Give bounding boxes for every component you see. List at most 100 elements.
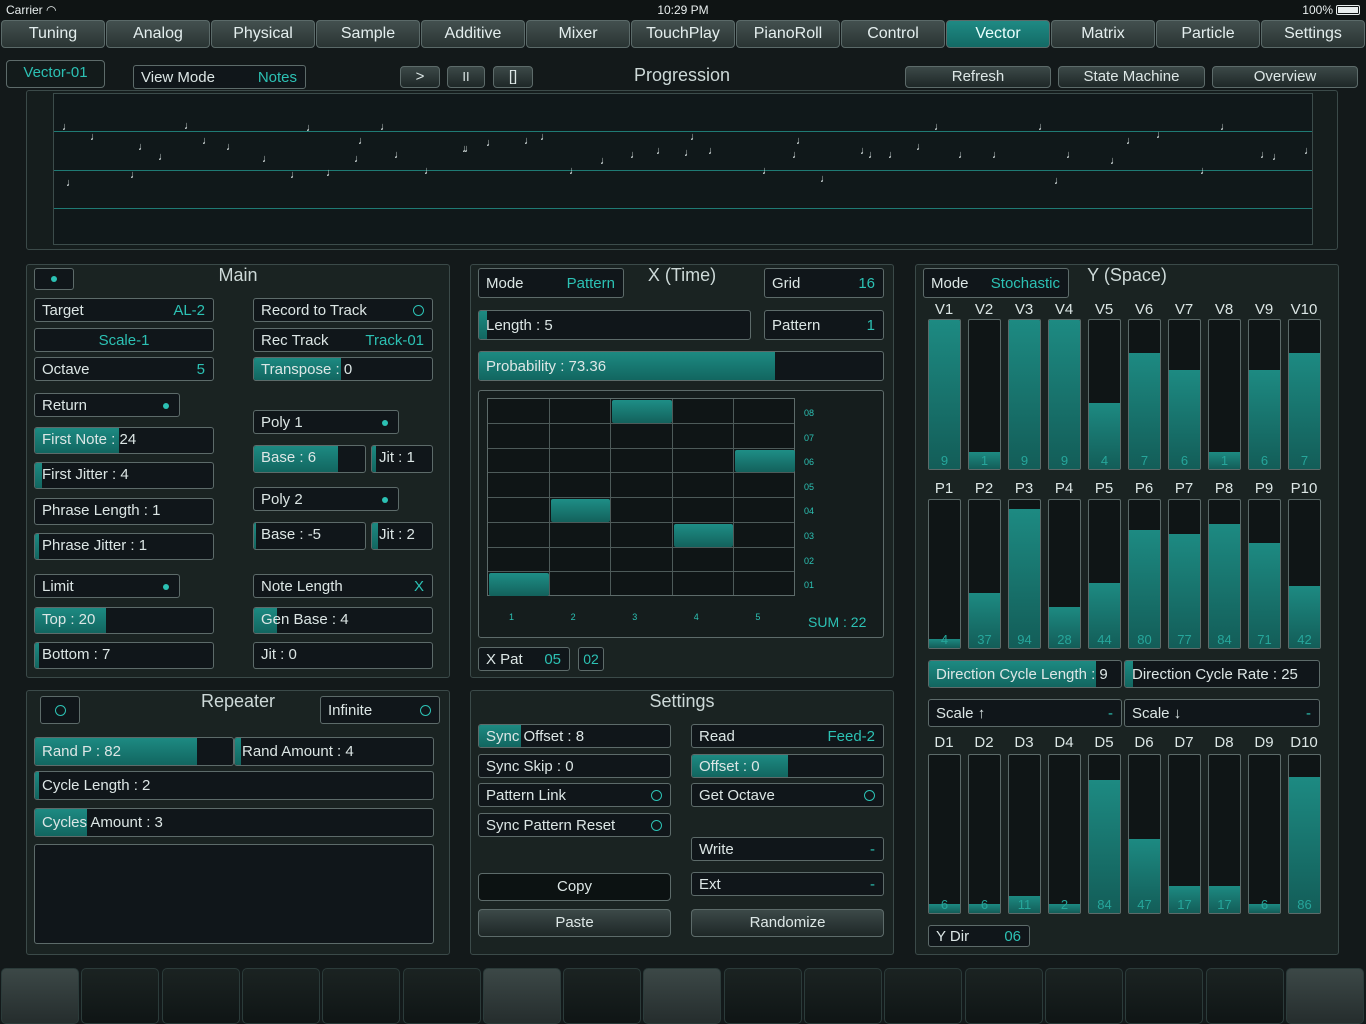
- slider-p7[interactable]: 77: [1168, 499, 1201, 649]
- transpose-slider[interactable]: Transpose : 0: [253, 357, 433, 381]
- pad-key[interactable]: [81, 968, 160, 1024]
- step-block[interactable]: [550, 499, 611, 522]
- pad-key[interactable]: [482, 968, 561, 1024]
- slider-d9[interactable]: 6: [1248, 754, 1281, 914]
- write-selector[interactable]: Write -: [691, 837, 884, 861]
- octave-field[interactable]: Octave 5: [34, 357, 214, 381]
- pad-key[interactable]: [643, 968, 722, 1024]
- tab-touchplay[interactable]: TouchPlay: [631, 20, 735, 48]
- scale-down-selector[interactable]: Scale ↓ -: [1124, 699, 1320, 727]
- xpat-field-2[interactable]: 02: [578, 647, 604, 671]
- randomize-button[interactable]: Randomize: [691, 909, 884, 937]
- slider-v10[interactable]: 7: [1288, 319, 1321, 470]
- repeater-toggle[interactable]: [40, 696, 80, 724]
- tab-physical[interactable]: Physical: [211, 20, 315, 48]
- stop-button[interactable]: []: [493, 66, 533, 88]
- tab-particle[interactable]: Particle: [1156, 20, 1260, 48]
- gen-base-slider[interactable]: Gen Base : 4: [253, 607, 433, 634]
- slider-d3[interactable]: 11: [1008, 754, 1041, 914]
- slider-p6[interactable]: 80: [1128, 499, 1161, 649]
- direction-cycle-rate-slider[interactable]: Direction Cycle Rate : 25: [1124, 660, 1320, 688]
- jit1-slider[interactable]: Jit : 1: [371, 445, 433, 473]
- tab-control[interactable]: Control: [841, 20, 945, 48]
- return-toggle[interactable]: Return: [34, 393, 180, 417]
- phrase-jitter-slider[interactable]: Phrase Jitter : 1: [34, 533, 214, 560]
- top-slider[interactable]: Top : 20: [34, 607, 214, 634]
- slider-v2[interactable]: 1: [968, 319, 1001, 470]
- phrase-length-slider[interactable]: Phrase Length : 1: [34, 498, 214, 525]
- slider-v6[interactable]: 7: [1128, 319, 1161, 470]
- tab-mixer[interactable]: Mixer: [526, 20, 630, 48]
- step-block[interactable]: [673, 523, 734, 547]
- length-slider[interactable]: Length : 5: [478, 310, 751, 340]
- slider-p1[interactable]: 4: [928, 499, 961, 649]
- scale-selector[interactable]: Scale-1: [34, 328, 214, 352]
- preset-button[interactable]: Vector-01: [6, 60, 105, 88]
- view-mode-selector[interactable]: View Mode Notes: [133, 65, 306, 89]
- get-octave-toggle[interactable]: Get Octave: [691, 783, 884, 807]
- step-grid[interactable]: [487, 398, 795, 596]
- sync-offset-slider[interactable]: Sync Offset : 8: [478, 724, 671, 748]
- slider-d2[interactable]: 6: [968, 754, 1001, 914]
- slider-p4[interactable]: 28: [1048, 499, 1081, 649]
- pad-key[interactable]: [241, 968, 320, 1024]
- slider-p9[interactable]: 71: [1248, 499, 1281, 649]
- slider-p8[interactable]: 84: [1208, 499, 1241, 649]
- slider-p3[interactable]: 94: [1008, 499, 1041, 649]
- sync-skip-slider[interactable]: Sync Skip : 0: [478, 754, 671, 778]
- offset-slider[interactable]: Offset : 0: [691, 754, 884, 778]
- slider-d8[interactable]: 17: [1208, 754, 1241, 914]
- slider-d7[interactable]: 17: [1168, 754, 1201, 914]
- tab-vector[interactable]: Vector: [946, 20, 1050, 48]
- base2-slider[interactable]: Base : -5: [253, 522, 366, 550]
- x-mode-selector[interactable]: Mode Pattern: [478, 268, 624, 298]
- pad-key[interactable]: [563, 968, 642, 1024]
- slider-v9[interactable]: 6: [1248, 319, 1281, 470]
- copy-button[interactable]: Copy: [478, 873, 671, 901]
- slider-d5[interactable]: 84: [1088, 754, 1121, 914]
- refresh-button[interactable]: Refresh: [905, 66, 1051, 88]
- pad-key[interactable]: [804, 968, 882, 1024]
- progression-view[interactable]: ♩ ♩ ♩ ♩ ♩ ♩ ♩ ♩ ♩ ♩ ♩ ♩ ♩ ♩ ♩ ♩ ♩ ♩ ♩ ♩ ♩ ♩ ♩ ♩ ♩ ♩ ♩ ♩ ♩ ♩ ♩ ♩ ♩ ♩ ♩ ♩ ♩ ♩ ♩ ♩…: [53, 93, 1315, 245]
- tab-matrix[interactable]: Matrix: [1051, 20, 1155, 48]
- step-block[interactable]: [489, 573, 549, 596]
- pause-button[interactable]: II: [447, 66, 485, 88]
- slider-v4[interactable]: 9: [1048, 319, 1081, 470]
- slider-d10[interactable]: 86: [1288, 754, 1321, 914]
- slider-d6[interactable]: 47: [1128, 754, 1161, 914]
- slider-p5[interactable]: 44: [1088, 499, 1121, 649]
- pad-key[interactable]: [161, 968, 240, 1024]
- play-button[interactable]: >: [400, 66, 440, 88]
- bottom-slider[interactable]: Bottom : 7: [34, 642, 214, 669]
- tab-settings[interactable]: Settings: [1261, 20, 1365, 48]
- slider-d1[interactable]: 6: [928, 754, 961, 914]
- poly1-toggle[interactable]: Poly 1: [253, 410, 399, 434]
- step-block[interactable]: [735, 449, 795, 473]
- slider-d4[interactable]: 2: [1048, 754, 1081, 914]
- tab-sample[interactable]: Sample: [316, 20, 420, 48]
- ydir-field[interactable]: Y Dir 06: [928, 925, 1030, 947]
- limit-toggle[interactable]: Limit: [34, 574, 180, 598]
- slider-v3[interactable]: 9: [1008, 319, 1041, 470]
- scale-up-selector[interactable]: Scale ↑ -: [928, 699, 1122, 727]
- pad-key[interactable]: [884, 968, 963, 1024]
- first-jitter-slider[interactable]: First Jitter : 4: [34, 462, 214, 489]
- y-mode-selector[interactable]: Mode Stochastic: [923, 268, 1069, 298]
- read-selector[interactable]: Read Feed-2: [691, 724, 884, 748]
- target-selector[interactable]: Target AL-2: [34, 298, 214, 322]
- slider-p2[interactable]: 37: [968, 499, 1001, 649]
- pad-key[interactable]: [1205, 968, 1284, 1024]
- slider-v1[interactable]: 9: [928, 319, 961, 470]
- pad-key[interactable]: [1044, 968, 1123, 1024]
- rec-track-selector[interactable]: Rec Track Track-01: [253, 328, 433, 352]
- pad-key[interactable]: [723, 968, 802, 1024]
- paste-button[interactable]: Paste: [478, 909, 671, 937]
- overview-button[interactable]: Overview: [1212, 66, 1358, 88]
- slider-v8[interactable]: 1: [1208, 319, 1241, 470]
- tab-tuning[interactable]: Tuning: [1, 20, 105, 48]
- state-machine-button[interactable]: State Machine: [1058, 66, 1205, 88]
- note-length-selector[interactable]: Note Length X: [253, 574, 433, 598]
- cycle-length-slider[interactable]: Cycle Length : 2: [34, 771, 434, 800]
- ext-selector[interactable]: Ext -: [691, 872, 884, 896]
- main-toggle[interactable]: [34, 268, 74, 290]
